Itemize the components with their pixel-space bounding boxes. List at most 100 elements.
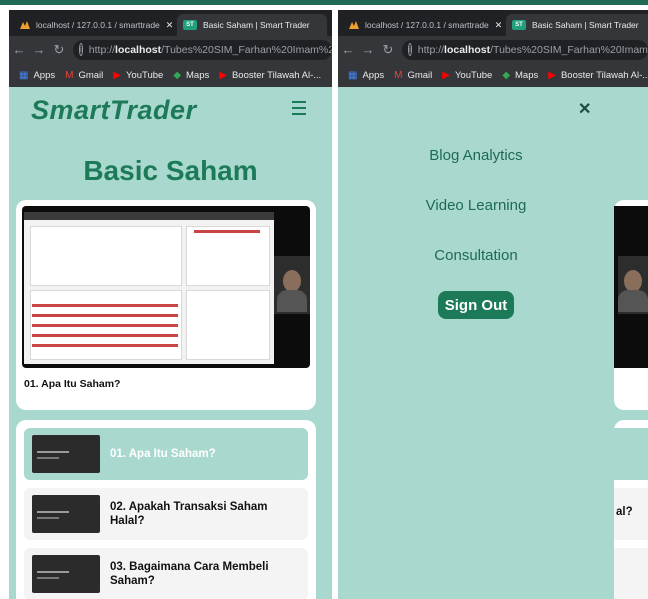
playlist-item[interactable]: 03. Bagaimana Cara Membeli Saham?	[24, 548, 308, 599]
bookmark-label: Booster Tilawah Al-...	[231, 69, 322, 81]
video-frame-screen	[24, 212, 274, 364]
playlist-item[interactable]: 02. Apakah Transaksi Saham Halal?	[24, 488, 308, 540]
screenshot-left: localhost / 127.0.0.1 / smarttrade ✕ ST …	[9, 5, 332, 599]
tab-strip: localhost / 127.0.0.1 / smarttrade ✕ ST …	[9, 10, 332, 36]
url-input[interactable]: i http://localhost/Tubes%20SIM_Farhan%20…	[73, 39, 332, 60]
tab-basic-saham[interactable]: ST Basic Saham | Smart Trader	[177, 14, 327, 36]
bookmark-label: YouTube	[125, 69, 164, 81]
bookmark-maps[interactable]: ◆ Maps	[173, 70, 209, 81]
playlist-item[interactable]	[614, 548, 648, 599]
page-title: Basic Saham	[83, 155, 258, 186]
url-prefix: http://	[88, 43, 116, 56]
url-host: localhost	[444, 43, 491, 56]
presenter-webcam	[274, 256, 310, 314]
url-input[interactable]: i http://localhost/Tubes%20SIM_Farhan%20…	[402, 39, 648, 60]
sign-out-button[interactable]: Sign Out	[438, 291, 514, 319]
info-icon[interactable]: i	[79, 43, 83, 56]
hamburger-menu-icon[interactable]	[292, 101, 306, 119]
forward-arrow-icon[interactable]: →	[29, 42, 49, 57]
tab-phpmyadmin[interactable]: localhost / 127.0.0.1 / smarttrade ✕	[13, 14, 183, 36]
nav-drawer: ✕ Blog Analytics Video Learning Consulta…	[338, 87, 614, 599]
gmail-icon: M	[394, 69, 403, 81]
bookmark-label: Booster Tilawah Al-...	[560, 69, 648, 81]
youtube-icon: ▶	[442, 69, 450, 81]
maps-icon: ◆	[502, 69, 511, 81]
address-bar: ← → ↻ i http://localhost/Tubes%20SIM_Far…	[9, 36, 332, 63]
page-content: SmartTrader Basic Saham 01. Apa Itu Saha…	[9, 87, 332, 599]
playlist-card: 01. Apa Itu Saham? 02. Apakah Transaksi …	[16, 420, 316, 599]
playlist-item-label: 02. Apakah Transaksi Saham Halal?	[110, 501, 268, 527]
playlist-item-label: 03. Bagaimana Cara Membeli Saham?	[110, 561, 269, 587]
bookmark-youtube[interactable]: ▶ YouTube	[113, 70, 163, 81]
bookmark-gmail[interactable]: M Gmail	[65, 70, 103, 81]
maps-icon: ◆	[173, 69, 182, 81]
reload-icon[interactable]: ↻	[378, 42, 398, 58]
bookmark-label: Gmail	[78, 69, 104, 81]
address-bar: ← → ↻ i http://localhost/Tubes%20SIM_Far…	[338, 36, 648, 63]
tab-strip: localhost / 127.0.0.1 / smarttrade ✕ ST …	[338, 10, 648, 36]
bookmark-label: Maps	[186, 69, 210, 81]
bookmarks-bar: ▦ Apps M Gmail ▶ YouTube ◆ Maps ▶ Booster Til…	[338, 63, 648, 87]
video-card	[614, 200, 648, 410]
tab-basic-saham[interactable]: ST Basic Saham | Smart Trader	[506, 14, 648, 36]
bookmark-apps[interactable]: ▦ Apps	[348, 70, 384, 81]
back-arrow-icon[interactable]: ←	[9, 42, 29, 57]
close-icon[interactable]: ✕	[578, 99, 591, 119]
youtube-icon: ▶	[548, 69, 556, 81]
url-prefix: http://	[417, 43, 445, 56]
youtube-icon: ▶	[219, 69, 227, 81]
bookmark-maps[interactable]: ◆ Maps	[502, 70, 538, 81]
playlist-card: al?	[614, 420, 648, 599]
video-thumbnail	[32, 435, 100, 473]
smarttrader-favicon-icon: ST	[183, 20, 197, 30]
apps-grid-icon: ▦	[19, 69, 29, 81]
apps-grid-icon: ▦	[348, 69, 358, 81]
screenshot-right: localhost / 127.0.0.1 / smarttrade ✕ ST …	[338, 5, 648, 599]
bookmark-label: YouTube	[454, 69, 493, 81]
playlist-item[interactable]: 01. Apa Itu Saham?	[24, 428, 308, 480]
url-host: localhost	[115, 43, 162, 56]
back-arrow-icon[interactable]: ←	[338, 42, 358, 57]
info-icon[interactable]: i	[408, 43, 412, 56]
bookmark-label: Apps	[362, 69, 385, 81]
video-thumbnail	[32, 495, 100, 533]
url-path: /Tubes%20SIM_Farhan%20Imam%20	[490, 43, 648, 56]
brand-logo[interactable]: SmartTrader	[31, 95, 197, 126]
bookmark-label: Maps	[515, 69, 539, 81]
close-tab-icon[interactable]: ✕	[166, 20, 174, 31]
video-player[interactable]	[614, 206, 648, 368]
video-thumbnail	[32, 555, 100, 593]
playlist-item[interactable]	[614, 428, 648, 480]
bookmark-apps[interactable]: ▦ Apps	[19, 70, 55, 81]
tab-title: Basic Saham | Smart Trader	[203, 20, 310, 30]
menu-item-blog-analytics[interactable]: Blog Analytics	[338, 147, 614, 164]
gmail-icon: M	[65, 69, 74, 81]
bookmark-label: Gmail	[407, 69, 433, 81]
menu-item-video-learning[interactable]: Video Learning	[338, 197, 614, 214]
tab-title: Basic Saham | Smart Trader	[532, 20, 639, 30]
video-player[interactable]	[22, 206, 310, 368]
bookmark-booster-tilawah[interactable]: ▶ Booster Tilawah Al-...	[548, 70, 648, 81]
playlist-item[interactable]: al?	[614, 488, 648, 540]
menu-item-consultation[interactable]: Consultation	[338, 247, 614, 264]
tab-phpmyadmin[interactable]: localhost / 127.0.0.1 / smarttrade ✕	[342, 14, 512, 36]
page-content: al? ✕ Blog Analytics Video Learning Cons…	[338, 87, 648, 599]
bookmark-booster-tilawah[interactable]: ▶ Booster Tilawah Al-...	[219, 70, 321, 81]
playlist-item-label-partial: al?	[616, 506, 633, 518]
bookmark-label: Apps	[33, 69, 56, 81]
presenter-webcam	[618, 256, 648, 314]
bookmark-gmail[interactable]: M Gmail	[394, 70, 432, 81]
phpmyadmin-icon	[19, 19, 31, 31]
url-path: /Tubes%20SIM_Farhan%20Imam%20	[161, 43, 332, 56]
current-video-title: 01. Apa Itu Saham?	[24, 378, 121, 390]
forward-arrow-icon[interactable]: →	[358, 42, 378, 57]
reload-icon[interactable]: ↻	[49, 42, 69, 58]
phpmyadmin-icon	[348, 19, 360, 31]
video-card: 01. Apa Itu Saham?	[16, 200, 316, 410]
close-tab-icon[interactable]: ✕	[495, 20, 503, 31]
playlist-item-label: 01. Apa Itu Saham?	[110, 448, 216, 460]
youtube-icon: ▶	[113, 69, 121, 81]
page-behind-drawer: al?	[614, 87, 648, 599]
bookmark-youtube[interactable]: ▶ YouTube	[442, 70, 492, 81]
smarttrader-favicon-icon: ST	[512, 20, 526, 30]
